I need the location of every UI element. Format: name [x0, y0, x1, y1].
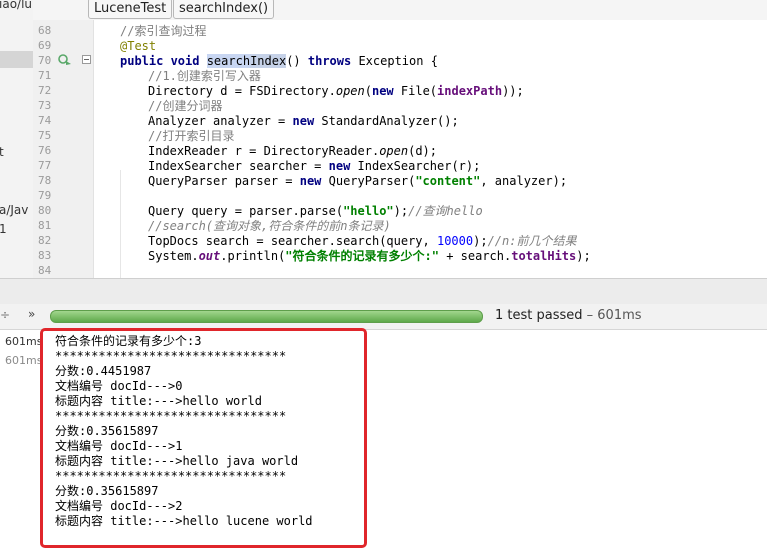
line-number: 69 — [38, 39, 52, 52]
line-number: 74 — [38, 114, 52, 127]
annotation: @Test — [120, 39, 157, 53]
project-selected-row[interactable] — [0, 51, 33, 68]
code-line-70: public void searchIndex() throws Excepti… — [120, 54, 438, 68]
code-line-73: //创建分词器 — [148, 99, 223, 113]
code-line-71: //1.创建索引写入器 — [148, 69, 261, 83]
test-status: 1 test passed – 601ms — [495, 308, 642, 323]
line-number: 81 — [38, 219, 52, 232]
line-number: 82 — [38, 234, 52, 247]
line-number: 78 — [38, 174, 52, 187]
code-line-81: //search(查询对象,符合条件的前n条记录) — [148, 219, 391, 233]
code-line-72: Directory d = FSDirectory.open(new File(… — [148, 84, 524, 98]
code-line-83: System.out.println("符合条件的记录有多少个:" + sear… — [148, 249, 591, 263]
line-number: 80 — [38, 204, 52, 217]
run-test-icon[interactable] — [58, 53, 72, 66]
code-line-82: TopDocs search = searcher.search(query, … — [148, 234, 577, 248]
test-tree-duration[interactable]: 601ms — [5, 335, 42, 348]
test-tree-duration[interactable]: 601ms — [5, 354, 42, 367]
fold-icon[interactable] — [82, 55, 92, 65]
project-fragment[interactable]: 1 — [0, 222, 7, 236]
project-fragment[interactable]: iao/lu — [0, 0, 32, 11]
line-number: 83 — [38, 249, 52, 262]
code-editor[interactable]: //索引查询过程 @Test public void searchIndex()… — [94, 20, 767, 278]
line-number: 71 — [38, 69, 52, 82]
project-fragment[interactable]: t — [0, 145, 4, 159]
selected-method-name[interactable]: search — [206, 54, 251, 68]
indent-guide — [120, 170, 121, 278]
code-line-78: QueryParser parser = new QueryParser("co… — [148, 174, 568, 188]
line-number: 84 — [38, 264, 52, 277]
line-number: 72 — [38, 84, 52, 97]
test-duration: – 601ms — [586, 308, 642, 323]
test-tree[interactable]: 601ms 601ms — [0, 330, 44, 546]
line-number: 70 — [38, 54, 52, 67]
sort-icon[interactable]: ÷ — [0, 308, 10, 322]
test-status-text: 1 test passed — [495, 308, 583, 323]
breadcrumb-class[interactable]: LuceneTest — [88, 0, 173, 19]
project-fragment[interactable]: a/Jav — [0, 203, 28, 217]
code-line-80: Query query = parser.parse("hello");//查询… — [148, 204, 483, 218]
line-number: 79 — [38, 189, 52, 202]
test-progress-bar — [50, 310, 483, 323]
line-number: 75 — [38, 129, 52, 142]
code-line-68: //索引查询过程 — [120, 24, 207, 38]
code-line-75: //打开索引目录 — [148, 129, 235, 143]
line-number: 77 — [38, 159, 52, 172]
breadcrumb: LuceneTest searchIndex() — [33, 0, 767, 21]
run-tool-header — [0, 278, 767, 305]
line-number: 68 — [38, 24, 52, 37]
highlight-box — [40, 328, 367, 548]
code-line-74: Analyzer analyzer = new StandardAnalyzer… — [148, 114, 459, 128]
code-line-76: IndexReader r = DirectoryReader.open(d); — [148, 144, 437, 158]
breadcrumb-method[interactable]: searchIndex() — [173, 0, 275, 19]
code-line-69: @Test — [120, 39, 156, 54]
project-panel[interactable]: iao/lu t a/Jav 1 — [0, 0, 34, 278]
editor-gutter: 68 69 70 71 72 73 74 75 76 77 78 79 80 8… — [33, 20, 111, 278]
line-number: 73 — [38, 99, 52, 112]
more-actions-chevron[interactable]: » — [28, 307, 35, 321]
line-number: 76 — [38, 144, 52, 157]
code-line-77: IndexSearcher searcher = new IndexSearch… — [148, 159, 481, 173]
